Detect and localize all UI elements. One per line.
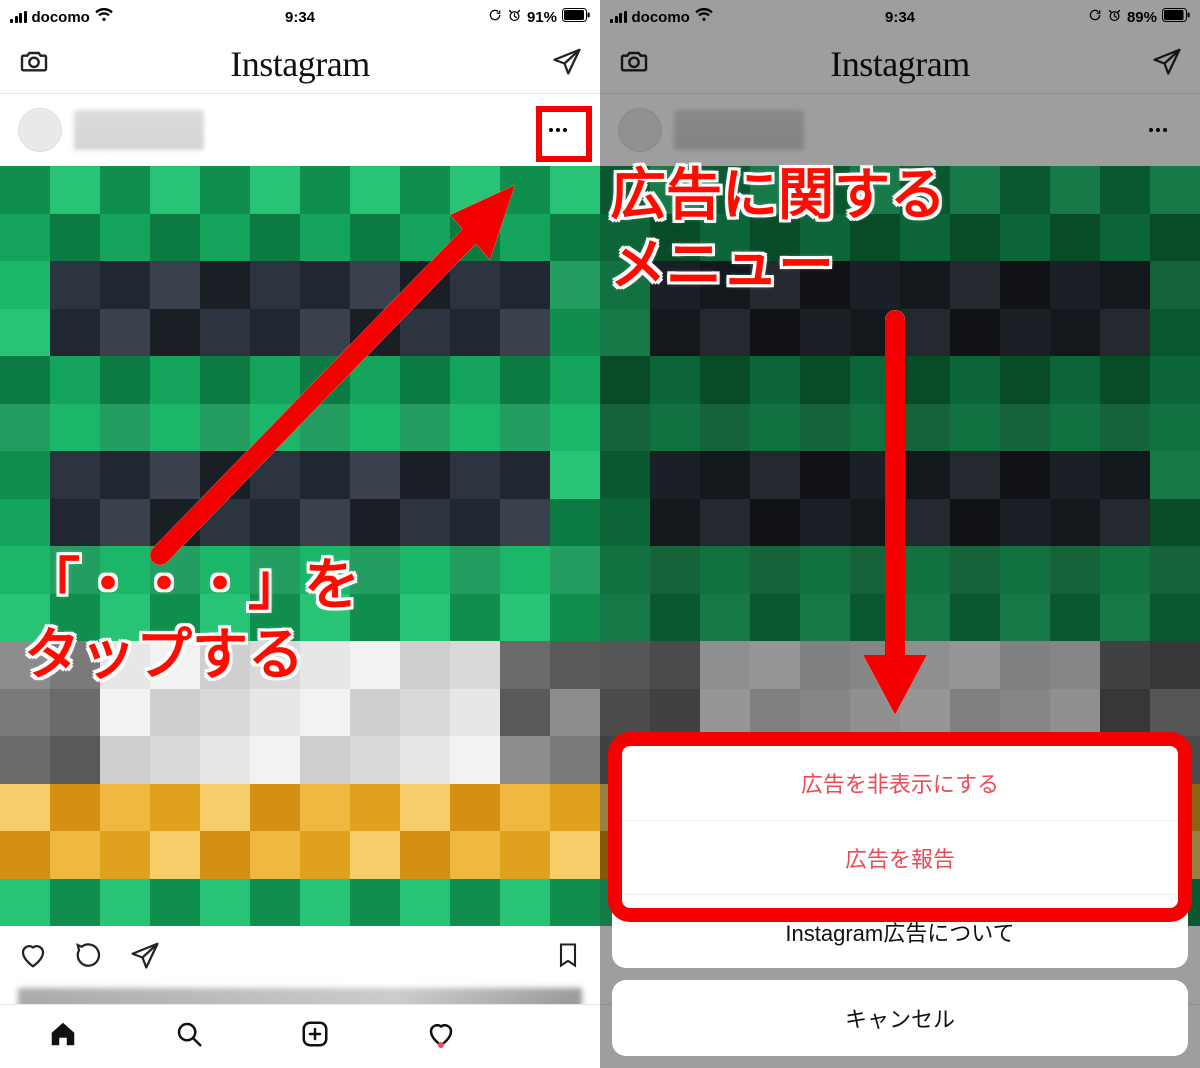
activity-tab[interactable]: [426, 1019, 456, 1054]
status-bar: docomo 9:34 89%: [600, 0, 1200, 34]
post-header: [0, 94, 600, 166]
account-name-blurred: [74, 110, 204, 150]
cancel-button[interactable]: キャンセル: [612, 980, 1188, 1056]
about-ads-button[interactable]: Instagram広告について: [612, 894, 1188, 968]
avatar[interactable]: [618, 108, 662, 152]
app-header: Instagram: [0, 34, 600, 94]
new-post-tab[interactable]: [300, 1019, 330, 1054]
hide-ad-button[interactable]: 広告を非表示にする: [612, 746, 1188, 820]
home-tab[interactable]: [48, 1019, 78, 1054]
app-header: Instagram: [600, 34, 1200, 94]
share-icon[interactable]: [130, 940, 160, 975]
action-sheet-group: 広告を非表示にする 広告を報告 Instagram広告について: [612, 746, 1188, 968]
tab-bar: [0, 1004, 600, 1068]
post-action-row: [0, 926, 600, 988]
action-sheet: 広告を非表示にする 広告を報告 Instagram広告について キャンセル: [612, 746, 1188, 1056]
clock: 9:34: [600, 9, 1200, 26]
account-name-blurred: [674, 110, 804, 150]
activity-dot-icon: [438, 1042, 444, 1048]
instagram-logo: Instagram: [600, 43, 1200, 85]
clock: 9:34: [0, 9, 600, 26]
phone-right: docomo 9:34 89%: [600, 0, 1200, 1068]
more-options-button[interactable]: [534, 106, 582, 154]
search-tab[interactable]: [174, 1019, 204, 1054]
report-ad-button[interactable]: 広告を報告: [612, 820, 1188, 894]
comment-icon[interactable]: [74, 940, 104, 975]
post-image[interactable]: [0, 166, 600, 926]
avatar[interactable]: [18, 108, 62, 152]
bookmark-icon[interactable]: [554, 941, 582, 974]
instagram-logo: Instagram: [0, 43, 600, 85]
more-options-button[interactable]: [1134, 106, 1182, 154]
like-icon[interactable]: [18, 940, 48, 975]
post-header: [600, 94, 1200, 166]
phone-left: docomo 9:34 91%: [0, 0, 600, 1068]
status-bar: docomo 9:34 91%: [0, 0, 600, 34]
